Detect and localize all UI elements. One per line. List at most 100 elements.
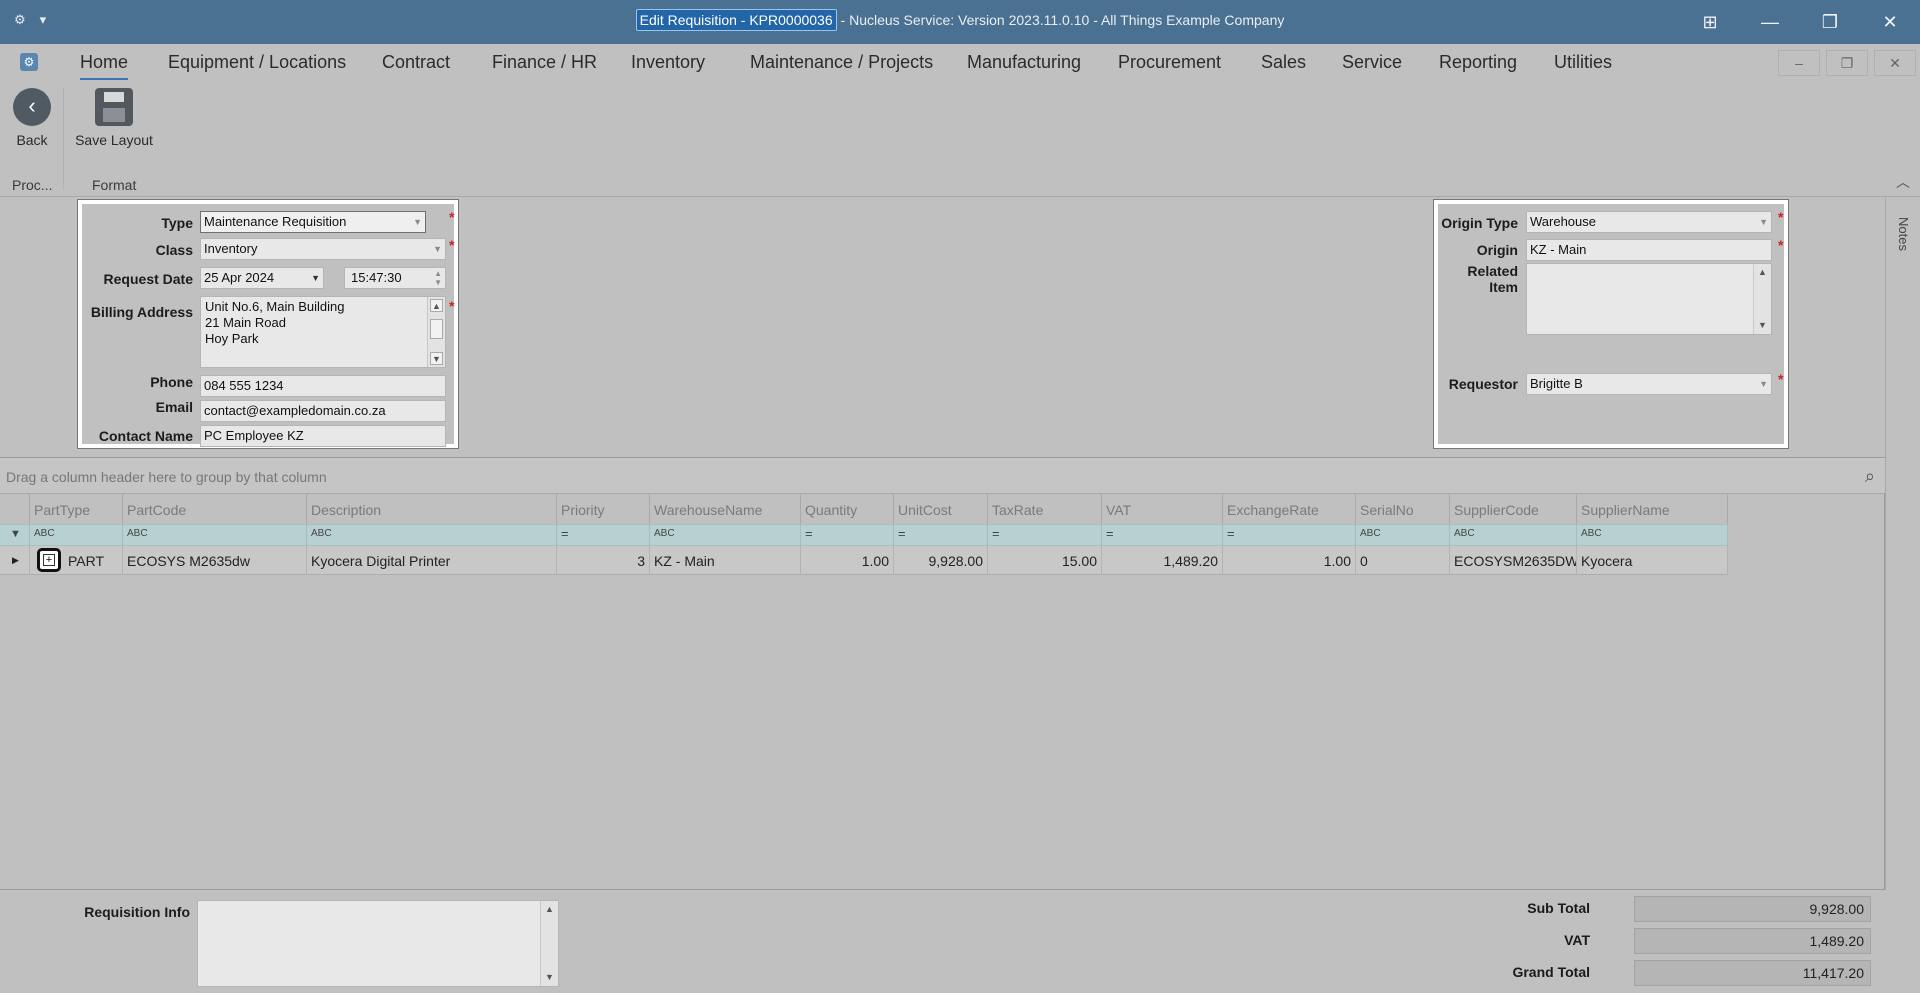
- save-layout-label: Save Layout: [75, 132, 153, 148]
- menu-sales[interactable]: Sales: [1261, 52, 1306, 73]
- origin-field[interactable]: KZ - Main: [1526, 239, 1772, 261]
- scroll-up-icon[interactable]: ▲: [430, 299, 443, 312]
- column-header-priority[interactable]: Priority: [557, 494, 650, 524]
- menu-inventory[interactable]: Inventory: [631, 52, 705, 73]
- time-spin-icon[interactable]: ▲ ▼: [434, 269, 442, 287]
- scroll-up-icon[interactable]: ▲: [543, 903, 556, 916]
- request-time-field[interactable]: 15:47:30 ▲ ▼: [344, 267, 446, 289]
- mdi-close-icon[interactable]: ✕: [1874, 50, 1916, 76]
- ribbon-group-format: Format: [92, 177, 137, 193]
- column-header-description[interactable]: Description: [307, 494, 557, 524]
- menu-maintenance-projects[interactable]: Maintenance / Projects: [750, 52, 933, 73]
- column-header-parttype[interactable]: PartType: [30, 494, 123, 524]
- filter-cell-suppliername[interactable]: ABC: [1577, 525, 1728, 547]
- filter-cell-warehousename[interactable]: ABC: [650, 525, 801, 547]
- billing-line-3: Hoy Park: [205, 331, 259, 346]
- sub-total-value: 9,928.00: [1634, 896, 1871, 922]
- filter-cell-partcode[interactable]: ABC: [123, 525, 307, 547]
- origin-type-label: Origin Type: [1441, 215, 1518, 231]
- filter-cell-parttype[interactable]: ABC: [30, 525, 123, 547]
- filter-cell-suppliercode[interactable]: ABC: [1450, 525, 1577, 547]
- window-title: Edit Requisition - KPR0000036 - Nucleus …: [0, 9, 1920, 31]
- close-icon[interactable]: ✕: [1860, 0, 1920, 44]
- menu-utilities[interactable]: Utilities: [1554, 52, 1612, 73]
- table-row[interactable]: ▶ + PART ECOSYS M2635dw Kyocera Digital …: [0, 546, 1728, 575]
- scroll-down-icon[interactable]: ▼: [543, 971, 556, 984]
- requisition-info-field[interactable]: ▲ ▼: [197, 900, 559, 987]
- expand-row-icon[interactable]: +: [37, 548, 61, 572]
- billing-scrollbar[interactable]: ▲ ▼: [427, 297, 445, 367]
- related-item-field[interactable]: ▲ ▼: [1526, 263, 1772, 335]
- date-dropdown-icon[interactable]: ▼: [311, 268, 320, 288]
- notes-side-tab[interactable]: Notes: [1885, 197, 1920, 890]
- minimize-icon[interactable]: —: [1740, 0, 1800, 44]
- filter-cell-description[interactable]: ABC: [307, 525, 557, 547]
- group-by-panel[interactable]: Drag a column header here to group by th…: [0, 457, 1885, 494]
- requestor-select[interactable]: Brigitte B ▼: [1526, 373, 1772, 395]
- filter-cell-exchangerate[interactable]: =: [1223, 525, 1356, 547]
- filter-cell-vat[interactable]: =: [1102, 525, 1223, 547]
- menu-contract[interactable]: Contract: [382, 52, 450, 73]
- billing-address-field[interactable]: Unit No.6, Main Building 21 Main Road Ho…: [200, 296, 446, 368]
- scroll-thumb[interactable]: [430, 319, 443, 339]
- related-item-scrollbar[interactable]: ▲ ▼: [1753, 264, 1771, 334]
- mdi-restore-icon[interactable]: ❐: [1826, 50, 1868, 76]
- requisition-info-scrollbar[interactable]: ▲ ▼: [540, 901, 558, 986]
- phone-field[interactable]: 084 555 1234: [200, 375, 446, 397]
- filter-cell-taxrate[interactable]: =: [988, 525, 1102, 547]
- email-field[interactable]: contact@exampledomain.co.za: [200, 400, 446, 422]
- column-header-suppliercode[interactable]: SupplierCode: [1450, 494, 1577, 524]
- menu-bar: ⚙ Home Equipment / Locations Contract Fi…: [0, 44, 1920, 81]
- origin-type-select[interactable]: Warehouse ▼: [1526, 211, 1772, 233]
- menu-reporting[interactable]: Reporting: [1439, 52, 1517, 73]
- cell-parttype: PART: [64, 546, 123, 575]
- origin-type-dropdown-icon[interactable]: ▼: [1759, 212, 1768, 232]
- column-header-serialno[interactable]: SerialNo: [1356, 494, 1450, 524]
- type-dropdown-icon[interactable]: ▼: [413, 212, 422, 232]
- save-layout-button[interactable]: Save Layout: [74, 88, 154, 148]
- scroll-up-icon[interactable]: ▲: [1756, 266, 1769, 279]
- scroll-down-icon[interactable]: ▼: [1756, 319, 1769, 332]
- menu-service[interactable]: Service: [1342, 52, 1402, 73]
- column-header-quantity[interactable]: Quantity: [801, 494, 894, 524]
- search-icon[interactable]: ⌕: [1865, 466, 1875, 487]
- menu-manufacturing[interactable]: Manufacturing: [967, 52, 1081, 73]
- ribbon-collapse-icon[interactable]: ︿: [1896, 172, 1910, 192]
- filter-icon[interactable]: ▼: [0, 525, 30, 547]
- contact-name-field[interactable]: PC Employee KZ: [200, 425, 446, 447]
- related-item-label-1: Related: [1467, 263, 1518, 279]
- cell-partcode: ECOSYS M2635dw: [123, 546, 307, 575]
- menu-procurement[interactable]: Procurement: [1118, 52, 1221, 73]
- scroll-down-icon[interactable]: ▼: [430, 352, 443, 365]
- type-select[interactable]: Maintenance Requisition ▼: [200, 211, 426, 233]
- class-select[interactable]: Inventory ▼: [200, 238, 446, 260]
- column-header-suppliername[interactable]: SupplierName: [1577, 494, 1728, 524]
- save-icon: [95, 88, 133, 126]
- column-header-unitcost[interactable]: UnitCost: [894, 494, 988, 524]
- request-date-field[interactable]: 25 Apr 2024 ▼: [200, 267, 324, 289]
- filter-cell-priority[interactable]: =: [557, 525, 650, 547]
- app-menu-icon[interactable]: ⚙: [20, 53, 38, 71]
- column-header-taxrate[interactable]: TaxRate: [988, 494, 1102, 524]
- layout-icon[interactable]: ⊞: [1680, 0, 1740, 44]
- related-item-label-2: Item: [1489, 279, 1518, 295]
- requestor-dropdown-icon[interactable]: ▼: [1759, 374, 1768, 394]
- back-button[interactable]: ‹ Back: [12, 88, 52, 148]
- menu-home[interactable]: Home: [80, 52, 129, 81]
- filter-cell-serialno[interactable]: ABC: [1356, 525, 1450, 547]
- column-header-vat[interactable]: VAT: [1102, 494, 1223, 524]
- column-header-exchangerate[interactable]: ExchangeRate: [1223, 494, 1356, 524]
- menu-finance-hr[interactable]: Finance / HR: [492, 52, 597, 73]
- column-header-partcode[interactable]: PartCode: [123, 494, 307, 524]
- filter-cell-unitcost[interactable]: =: [894, 525, 988, 547]
- origin-type-value: Warehouse: [1530, 214, 1596, 229]
- column-header-warehousename[interactable]: WarehouseName: [650, 494, 801, 524]
- mdi-minimize-icon[interactable]: –: [1778, 50, 1820, 76]
- class-dropdown-icon[interactable]: ▼: [433, 239, 442, 259]
- origin-label: Origin: [1476, 242, 1518, 258]
- row-indicator-header: [0, 494, 30, 524]
- notes-label: Notes: [1896, 217, 1911, 251]
- filter-cell-quantity[interactable]: =: [801, 525, 894, 547]
- restore-icon[interactable]: ❐: [1800, 0, 1860, 44]
- menu-equipment-locations[interactable]: Equipment / Locations: [168, 52, 346, 73]
